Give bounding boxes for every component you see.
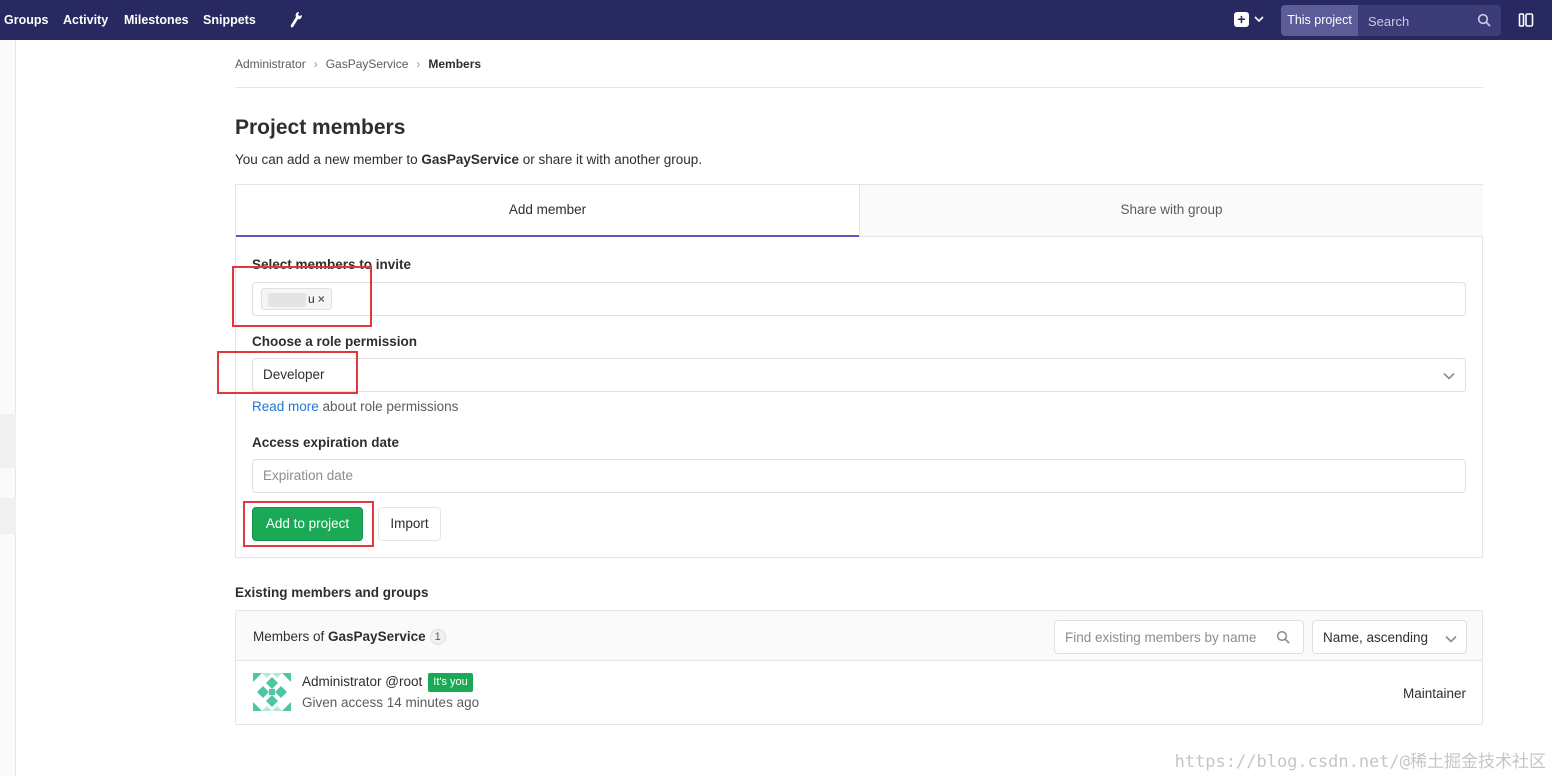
member-display-name[interactable]: Administrator <box>302 674 382 689</box>
sort-dropdown-value: Name, ascending <box>1323 630 1429 645</box>
intro-text: You can add a new member to <box>235 152 422 167</box>
avatar[interactable] <box>253 673 291 711</box>
new-item-button[interactable]: + <box>1234 11 1266 29</box>
members-header-text: Members of GasPayService 1 <box>253 629 446 646</box>
import-button[interactable]: Import <box>378 507 441 541</box>
read-more-link[interactable]: Read more <box>252 399 319 414</box>
member-username: @root <box>385 674 423 689</box>
left-sidebar <box>0 40 16 776</box>
its-you-badge: It's you <box>428 673 473 692</box>
existing-members-title: Existing members and groups <box>235 585 429 600</box>
search-icon <box>1276 630 1290 644</box>
chevron-down-icon <box>1443 372 1455 380</box>
breadcrumb-separator-icon: › <box>416 57 421 71</box>
breadcrumb-separator-icon: › <box>313 57 318 71</box>
list-item: Administrator @root It's you Given access… <box>236 662 1482 724</box>
sidebar-band <box>0 414 16 468</box>
member-count-badge: 1 <box>429 629 446 646</box>
page-title: Project members <box>235 116 406 139</box>
find-members-placeholder: Find existing members by name <box>1065 630 1257 645</box>
breadcrumb-project[interactable]: GasPayService <box>326 57 409 71</box>
intro-text: or share it with another group. <box>518 152 703 167</box>
search-icon <box>1477 13 1491 27</box>
role-select[interactable] <box>252 358 1466 392</box>
expiration-date-input[interactable] <box>252 459 1466 493</box>
nav-activity[interactable]: Activity <box>63 13 108 27</box>
watermark: https://blog.csdn.net/@稀土掘金技术社区 <box>1174 752 1546 772</box>
nav-groups[interactable]: Groups <box>4 13 48 27</box>
members-list-header: Members of GasPayService 1 Find existing … <box>236 611 1482 661</box>
plus-icon: + <box>1234 12 1249 27</box>
expiration-date-placeholder: Expiration date <box>263 468 354 483</box>
breadcrumb-members[interactable]: Members <box>428 57 481 71</box>
search-box[interactable]: This project Search <box>1281 5 1501 36</box>
top-navbar: Groups Activity Milestones Snippets + Th… <box>0 0 1552 40</box>
highlight-box <box>217 351 358 394</box>
role-label: Choose a role permission <box>252 334 418 349</box>
nav-snippets[interactable]: Snippets <box>203 13 256 27</box>
page-intro: You can add a new member to GasPayServic… <box>235 152 702 167</box>
breadcrumb-administrator[interactable]: Administrator <box>235 57 306 71</box>
member-name: Administrator @root It's you <box>302 673 473 692</box>
member-role: Maintainer <box>1402 686 1466 701</box>
tab-share-with-group[interactable]: Share with group <box>859 185 1483 237</box>
sidebar-band <box>0 498 16 534</box>
sort-dropdown[interactable]: Name, ascending <box>1312 620 1467 654</box>
breadcrumb: Administrator › GasPayService › Members <box>235 57 481 71</box>
divider <box>235 87 1483 88</box>
chevron-down-icon <box>1445 635 1457 643</box>
search-input[interactable]: Search <box>1368 14 1409 29</box>
chevron-down-icon <box>1254 16 1264 23</box>
highlight-box <box>232 266 372 327</box>
help-text: about role permissions <box>318 399 459 414</box>
find-members-input[interactable]: Find existing members by name <box>1054 620 1304 654</box>
tab-add-member[interactable]: Add member <box>236 185 859 237</box>
intro-project-name: GasPayService <box>421 152 519 167</box>
expiry-label: Access expiration date <box>252 435 400 450</box>
wrench-icon[interactable] <box>289 11 303 29</box>
sidebar-toggle-icon[interactable] <box>1518 12 1534 28</box>
members-list: Members of GasPayService 1 Find existing … <box>235 610 1483 725</box>
header-prefix: Members of <box>253 629 329 644</box>
member-access-time: Given access 14 minutes ago <box>302 695 480 710</box>
header-project-name: GasPayService <box>328 629 426 644</box>
nav-milestones[interactable]: Milestones <box>124 13 189 27</box>
role-help-text: Read more about role permissions <box>252 399 458 414</box>
member-select-input[interactable] <box>252 282 1466 316</box>
highlight-box <box>243 501 374 547</box>
search-scope-chip[interactable]: This project <box>1281 5 1358 36</box>
